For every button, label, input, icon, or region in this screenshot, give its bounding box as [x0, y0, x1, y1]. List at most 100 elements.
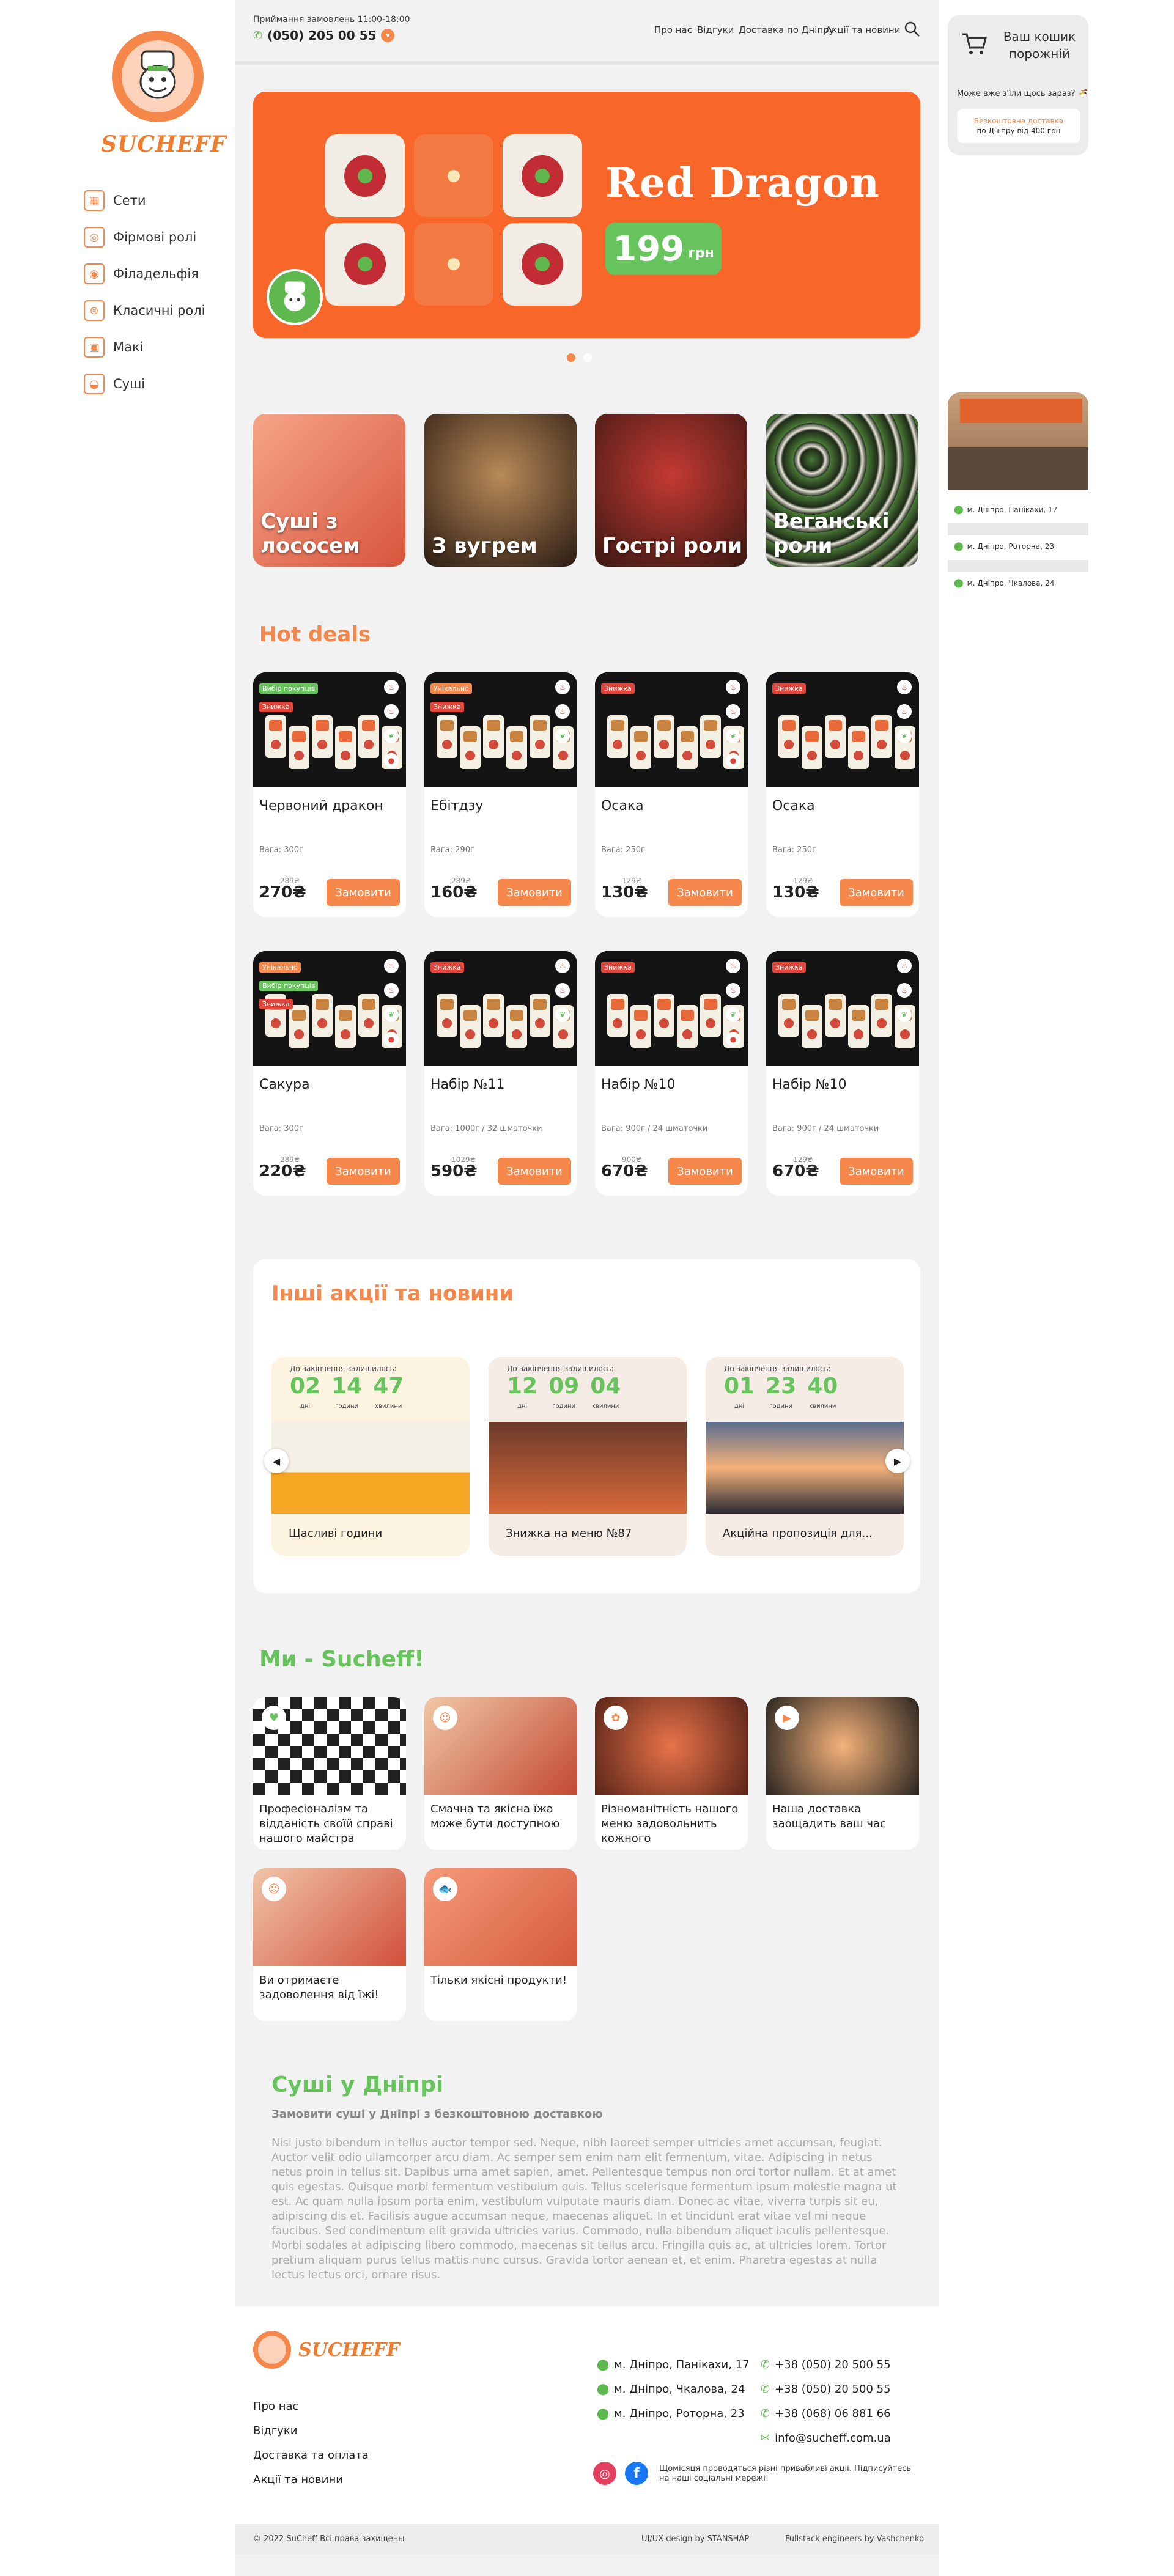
category-label: Фірмові ролі: [113, 230, 197, 245]
promo-title[interactable]: Щасливі години: [289, 1527, 382, 1540]
store-photo: [948, 392, 1088, 490]
product-price: 590₴: [430, 1162, 478, 1180]
product-name[interactable]: Осака: [601, 798, 644, 814]
footer-phone[interactable]: ✆ +38 (068) 06 881 66: [761, 2407, 891, 2420]
footer-address-text: м. Дніпро, Панікахи, 17: [614, 2358, 750, 2371]
promo-title[interactable]: Знижка на меню №87: [506, 1527, 632, 1540]
promo-card[interactable]: До закінчення залишилось: 12 дні 09 години 04…: [489, 1357, 687, 1556]
product-card[interactable]: Знижка ♨ ♨ ❦ ● Осака Вага: 250г 129₴ 130₴ Замовит…: [595, 672, 748, 917]
order-button[interactable]: Замовити: [498, 879, 571, 906]
maki-icon: ▣: [84, 337, 105, 358]
promo-card[interactable]: До закінчення залишилось: 02 дні 14 години 47…: [271, 1357, 470, 1556]
arrow-right-icon[interactable]: ▶: [885, 1449, 910, 1473]
design-credit[interactable]: UI/UX design by STANSHAP: [641, 2534, 749, 2544]
promo-card[interactable]: До закінчення залишилось: 01 дні 23 години 40…: [706, 1357, 904, 1556]
order-button[interactable]: Замовити: [668, 1158, 742, 1185]
footer-logo-text[interactable]: SUCHEFF: [298, 2339, 400, 2361]
promo-title[interactable]: Акційна пропозиція для...: [723, 1527, 873, 1540]
footer-address[interactable]: ⬤ м. Дніпро, Роторна, 23: [597, 2407, 745, 2420]
product-card[interactable]: Знижка ♨ ♨ ❦ Осака Вага: 250г 129₴ 130₴ Замовити: [766, 672, 919, 917]
category-classic-rolls[interactable]: ⊜ Класичні ролі: [84, 298, 205, 323]
footer-email[interactable]: ✉ info@sucheff.com.ua: [761, 2432, 891, 2445]
product-name[interactable]: Набір №10: [601, 1077, 676, 1092]
category-sushi[interactable]: ◒ Суші: [84, 372, 145, 396]
category-maki[interactable]: ▣ Макі: [84, 335, 144, 359]
carousel-dot-active[interactable]: [567, 353, 575, 362]
product-price: 130₴: [772, 883, 819, 902]
arrow-left-icon[interactable]: ◀: [264, 1449, 289, 1473]
footer-link-about[interactable]: Про нас: [253, 2400, 298, 2413]
instagram-icon[interactable]: ◎: [593, 2462, 616, 2485]
product-name[interactable]: Сакура: [259, 1077, 310, 1092]
tile-salmon-sushi[interactable]: Суші з лососем: [253, 414, 405, 567]
hero-banner[interactable]: Red Dragon 199 грн: [253, 92, 920, 338]
category-label: Суші: [113, 377, 146, 391]
product-name[interactable]: Осака: [772, 798, 815, 814]
countdown-unit: 23 години: [766, 1374, 796, 1410]
product-price: 220₴: [259, 1162, 306, 1180]
logo[interactable]: [112, 31, 204, 122]
nav-about[interactable]: Про нас: [654, 24, 692, 35]
nav-delivery[interactable]: Доставка по Дніпру: [739, 24, 835, 35]
footer-phone[interactable]: ✆ +38 (050) 20 500 55: [761, 2358, 891, 2371]
spicy-icon: ♨: [555, 983, 570, 998]
product-card[interactable]: Знижка ♨ ♨ ❦ Набір №10 Вага: 900г / 24 шматоч…: [766, 951, 919, 1196]
countdown-unit: 09 години: [548, 1374, 579, 1410]
countdown-value: 02: [290, 1374, 321, 1399]
footer-link-promotions[interactable]: Акції та новини: [253, 2473, 343, 2486]
facebook-icon[interactable]: f: [625, 2462, 648, 2485]
logo-text[interactable]: SUCHEFF: [101, 131, 226, 157]
countdown-unit: 40 хвилини: [807, 1374, 838, 1410]
product-badge: Знижка: [601, 962, 635, 973]
order-button[interactable]: Замовити: [840, 879, 913, 906]
order-button[interactable]: Замовити: [668, 879, 742, 906]
category-signature-rolls[interactable]: ◎ Фірмові ролі: [84, 225, 196, 249]
category-label: Сети: [113, 193, 146, 208]
nav-promotions[interactable]: Акції та новини: [825, 24, 900, 35]
footer-phone-text: +38 (050) 20 500 55: [775, 2358, 891, 2371]
countdown: 02 дні 14 години 47 хвилини: [290, 1374, 404, 1410]
tile-eel[interactable]: З вугрем: [424, 414, 577, 567]
chef-mascot-icon: [122, 40, 194, 112]
product-name[interactable]: Набір №10: [772, 1077, 847, 1092]
about-card: ▶ Наша доставка заощадить ваш час: [766, 1697, 919, 1850]
footer-logo-icon[interactable]: [253, 2331, 291, 2369]
cart-icon[interactable]: [961, 32, 988, 56]
product-card[interactable]: Знижка ♨ ♨ ❦ Набір №11 Вага: 1000г / 32 шмато…: [424, 951, 577, 1196]
order-button[interactable]: Замовити: [327, 879, 400, 906]
dev-credit[interactable]: Fullstack engineers by Vashchenko: [785, 2534, 924, 2544]
free-shipping-note: Безкоштовна доставка по Дніпру від 400 гр…: [957, 109, 1080, 143]
countdown-value: 09: [548, 1374, 580, 1399]
order-button[interactable]: Замовити: [498, 1158, 571, 1185]
product-card[interactable]: Унікально Вибір покупців Знижка ♨ ♨ ❦ ● Сакура В…: [253, 951, 406, 1196]
tile-vegan-rolls[interactable]: Веганські роли: [766, 414, 918, 567]
product-name[interactable]: Ебітдзу: [430, 798, 483, 814]
header-phone[interactable]: ✆ (050) 205 00 55 ▾: [253, 28, 395, 43]
order-button[interactable]: Замовити: [840, 1158, 913, 1185]
store-address[interactable]: ⬤ м. Дніпро, Роторна, 23: [954, 542, 1054, 551]
footer-phone[interactable]: ✆ +38 (050) 20 500 55: [761, 2383, 891, 2396]
tile-spicy-rolls[interactable]: Гострі роли: [595, 414, 747, 567]
order-button[interactable]: Замовити: [327, 1158, 400, 1185]
leaf-icon: ❦: [555, 1007, 570, 1022]
nav-reviews[interactable]: Відгуки: [697, 24, 734, 35]
store-address[interactable]: ⬤ м. Дніпро, Панікахи, 17: [954, 505, 1057, 515]
tile-label: Суші з лососем: [260, 509, 360, 558]
chevron-down-icon[interactable]: ▾: [381, 29, 395, 42]
product-card[interactable]: Унікально Знижка ♨ ♨ ❦ Ебітдзу Вага: 290г 289₴ 1…: [424, 672, 577, 917]
product-name[interactable]: Набір №11: [430, 1077, 505, 1092]
footer-address[interactable]: ⬤ м. Дніпро, Чкалова, 24: [597, 2383, 745, 2396]
carousel-dot[interactable]: [583, 353, 592, 362]
category-philadelphia[interactable]: ◉ Філадельфія: [84, 262, 199, 286]
store-address[interactable]: ⬤ м. Дніпро, Чкалова, 24: [954, 578, 1055, 588]
footer-link-reviews[interactable]: Відгуки: [253, 2424, 297, 2437]
footer-link-delivery[interactable]: Доставка та оплата: [253, 2449, 369, 2462]
product-badge: Знижка: [259, 702, 293, 712]
product-weight: Вага: 250г: [601, 845, 645, 855]
category-sets[interactable]: ▦ Сети: [84, 188, 146, 213]
product-card[interactable]: Вибір покупців Знижка ♨ ♨ ❦ ● Червоний дракон В…: [253, 672, 406, 917]
product-card[interactable]: Знижка ♨ ♨ ❦ ● Набір №10 Вага: 900г / 24 шмато…: [595, 951, 748, 1196]
search-icon[interactable]: [904, 21, 921, 38]
footer-address[interactable]: ⬤ м. Дніпро, Панікахи, 17: [597, 2358, 750, 2371]
product-name[interactable]: Червоний дракон: [259, 798, 383, 814]
